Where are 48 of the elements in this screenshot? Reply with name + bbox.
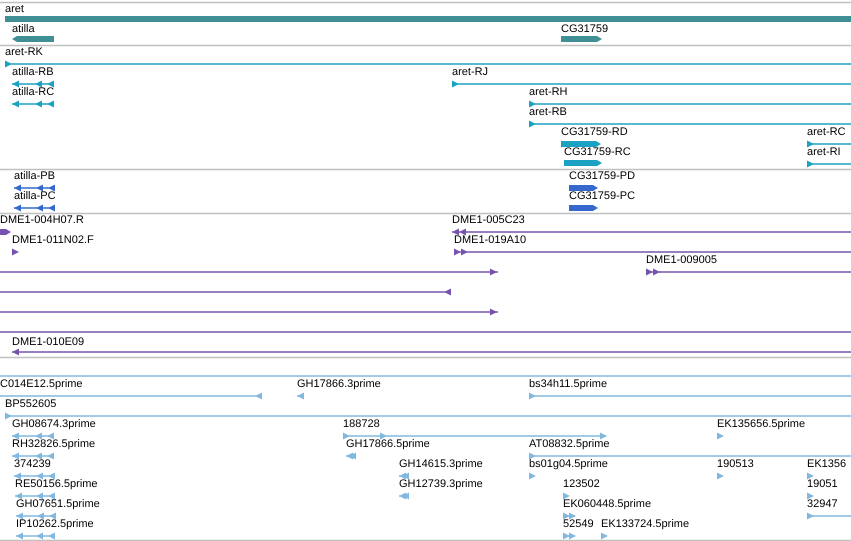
feature-label: GH17866.5prime — [346, 438, 430, 451]
feature-label: aret-RJ — [452, 66, 488, 79]
feature-label: EK1356 — [807, 458, 846, 471]
feature-label: EK135656.5prime — [717, 418, 806, 431]
feature-label: 188728 — [343, 418, 380, 431]
feature-label: 52549 — [563, 518, 594, 531]
feature-label: IP10262.5prime — [16, 518, 94, 531]
feature-label: DME1-011N02.F — [12, 234, 94, 247]
feature-label: 190513 — [717, 458, 754, 471]
feature-label: GH12739.3prime — [399, 478, 483, 491]
feature-label: CG31759-PC — [569, 190, 636, 203]
feature-label: aret-RK — [5, 46, 43, 59]
feature-label: atilla-PC — [14, 190, 56, 203]
feature-label: GH08674.3prime — [12, 418, 96, 431]
feature-label: RH32826.5prime — [12, 438, 96, 451]
feature-label: DME1-010E09 — [12, 336, 84, 349]
feature-label: aret-RH — [529, 86, 568, 99]
feature-label: RE50156.5prime — [15, 478, 98, 491]
feature-label: atilla-RC — [12, 86, 54, 99]
feature-label: CG31759-RC — [564, 146, 631, 159]
feature-label: DME1-004H07.R — [0, 214, 84, 227]
feature-label: atilla-RB — [12, 66, 54, 79]
feature-label: BP552605 — [5, 398, 56, 411]
feature-label: CG31759-PD — [569, 170, 636, 183]
feature-label: aret — [5, 3, 24, 16]
feature-label: 123502 — [563, 478, 600, 491]
feature-label: 32947 — [807, 498, 838, 511]
feature-label: CG31759 — [561, 23, 608, 36]
feature-label: AT08832.5prime — [529, 438, 610, 451]
feature-label: aret-RC — [807, 126, 846, 139]
feature-label: atilla-PB — [14, 170, 55, 183]
feature-label: aret-RI — [807, 146, 841, 159]
feature-label: 374239 — [14, 458, 51, 471]
feature-label: GH17866.3prime — [297, 378, 381, 391]
feature-label: DME1-009005 — [646, 254, 717, 267]
feature-label: C014E12.5prime — [0, 378, 83, 391]
feature-label: bs01g04.5prime — [529, 458, 608, 471]
feature-label: bs34h11.5prime — [529, 378, 608, 391]
feature-label: atilla — [12, 23, 35, 36]
feature-label: CG31759-RD — [561, 126, 628, 139]
feature-label: aret-RB — [529, 106, 567, 119]
feature-label: 19051 — [807, 478, 838, 491]
feature-label: EK060448.5prime — [563, 498, 652, 511]
feature-label: EK133724.5prime — [601, 518, 690, 531]
feature-label: DME1-019A10 — [454, 234, 526, 247]
feature-label: GH14615.3prime — [399, 458, 483, 471]
feature-label: DME1-005C23 — [452, 214, 525, 227]
feature-label: GH07651.5prime — [16, 498, 100, 511]
